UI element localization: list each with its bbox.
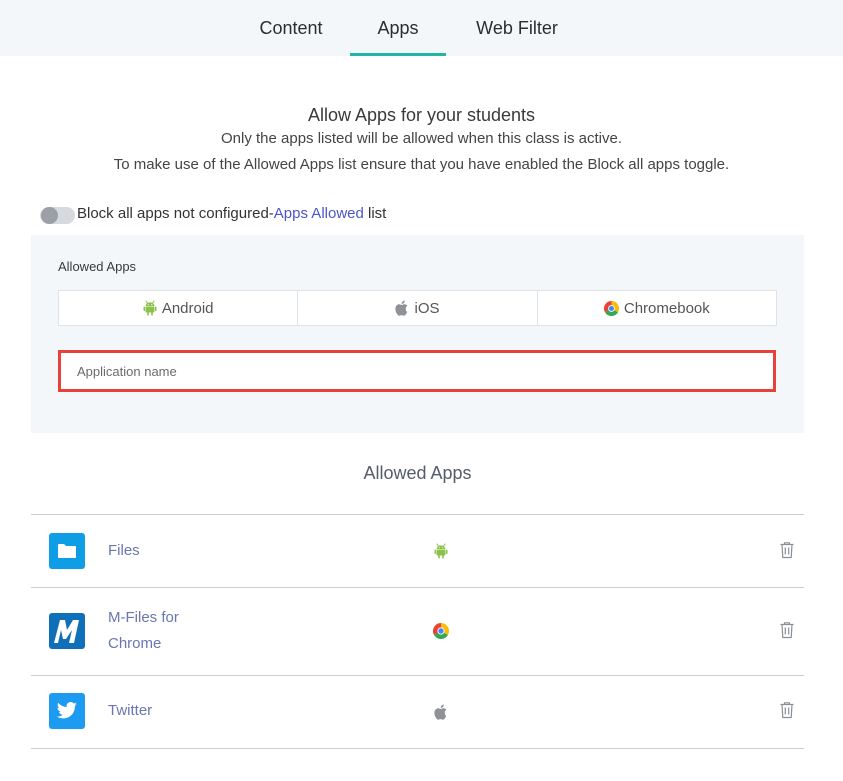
android-icon <box>143 300 157 316</box>
toggle-knob <box>41 207 58 224</box>
tab-web-filter[interactable]: Web Filter <box>462 0 572 56</box>
active-tab-indicator <box>350 53 446 56</box>
platform-android-label: Android <box>161 299 214 317</box>
block-all-apps-toggle[interactable] <box>40 207 75 224</box>
android-icon <box>434 543 448 559</box>
delete-files-button[interactable] <box>779 541 795 559</box>
page-heading: Allow Apps for your students <box>307 105 536 125</box>
toggle-text-before: Block all apps not configured- <box>77 205 274 222</box>
platform-ios-button[interactable]: iOS <box>298 291 538 325</box>
m-files-icon <box>49 613 85 649</box>
apps-allowed-link[interactable]: Apps Allowed <box>274 205 364 222</box>
chrome-icon <box>603 300 619 316</box>
chrome-icon <box>433 623 449 639</box>
application-name-input[interactable] <box>61 353 773 389</box>
tab-content[interactable]: Content <box>241 0 341 56</box>
delete-m-files-button[interactable] <box>779 621 795 639</box>
add-panel-label: Allowed Apps <box>58 259 137 274</box>
block-all-apps-label: Block all apps not configured-Apps Allow… <box>77 205 386 222</box>
intro-line-2: To make use of the Allowed Apps list ens… <box>113 156 730 173</box>
platform-chromebook-button[interactable]: Chromebook <box>538 291 776 325</box>
intro-line-1: Only the apps listed will be allowed whe… <box>220 130 623 147</box>
twitter-bird-icon <box>49 693 85 729</box>
platform-selector: Android iOS Chromebook <box>58 290 777 326</box>
list-divider <box>31 514 804 515</box>
app-name-twitter[interactable]: Twitter <box>108 698 152 724</box>
apple-icon <box>434 704 447 720</box>
apple-icon <box>395 300 408 316</box>
platform-chromebook-label: Chromebook <box>623 299 710 317</box>
list-divider <box>31 587 804 588</box>
add-app-panel <box>31 235 804 433</box>
app-name-line-2: Chrome <box>108 635 162 652</box>
app-name-m-files-for-chrome[interactable]: M-Files for Chrome <box>108 605 179 657</box>
toggle-text-after: list <box>363 205 387 222</box>
app-name-line-1: M-Files for <box>108 609 179 626</box>
platform-android-button[interactable]: Android <box>59 291 299 325</box>
app-name-files[interactable]: Files <box>108 538 140 564</box>
tab-apps[interactable]: Apps <box>350 0 446 56</box>
allowed-apps-title: Allowed Apps <box>363 463 472 483</box>
delete-twitter-button[interactable] <box>779 701 795 719</box>
application-name-field <box>58 350 776 392</box>
list-divider <box>31 748 804 749</box>
platform-ios-label: iOS <box>414 299 440 317</box>
list-divider <box>31 675 804 676</box>
files-folder-icon <box>49 533 85 569</box>
tabs-bar: Content Apps Web Filter <box>0 0 843 56</box>
